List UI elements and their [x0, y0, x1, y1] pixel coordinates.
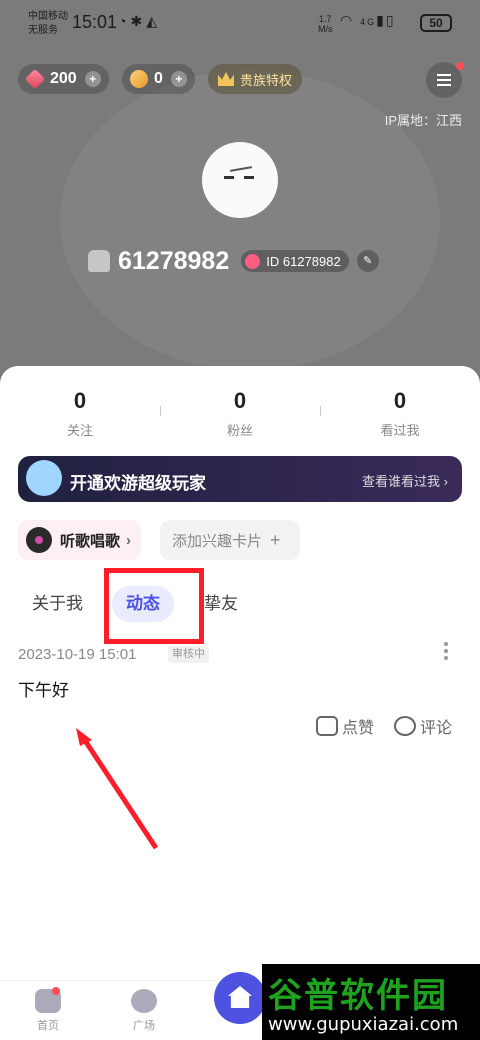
post-text: 下午好: [18, 681, 69, 700]
interest-tag-song[interactable]: 听歌唱歌 ›: [18, 520, 142, 560]
net-speed-unit: M/s: [318, 24, 333, 34]
noble-label: 贵族特权: [240, 72, 293, 88]
diamond-balance[interactable]: 200 +: [18, 64, 109, 94]
bean-icon: [130, 70, 148, 88]
watermark: 谷普软件园 www.gupuxiazai.com: [262, 964, 480, 1040]
stat-visitors[interactable]: 0 看过我: [340, 388, 460, 439]
alarm-icon: ◔: [118, 13, 131, 29]
planet-icon: [131, 989, 157, 1013]
stats-row: 0 关注 0 粉丝 0 看过我: [0, 388, 480, 438]
avatar-eye: [224, 176, 234, 179]
diamond-icon: [24, 68, 46, 90]
mute-icon: ◭: [146, 13, 161, 29]
notification-dot: [52, 987, 60, 995]
divider: [320, 406, 321, 416]
stat-label: 看过我: [380, 423, 420, 438]
vip-banner[interactable]: 开通欢游超级玩家 查看谁看过我 ›: [18, 456, 462, 502]
user-id-badge[interactable]: ID 61278982: [241, 250, 349, 272]
house-icon: [228, 986, 252, 1008]
stat-value: 0: [233, 388, 247, 413]
annotation-highlight-box: [104, 568, 204, 644]
level-helmet-icon: [88, 250, 110, 272]
menu-icon-bar: [437, 79, 451, 81]
status-bar: 中国移动 无服务 15:01 ◔✱◭ 1.7 M/s ◠ 4G▮▯ 50: [0, 0, 480, 46]
stat-fans[interactable]: 0 粉丝: [180, 388, 300, 439]
crown-icon: [218, 72, 234, 86]
diamond-count: 200: [50, 70, 77, 87]
network-speed: 1.7 M/s: [318, 14, 333, 34]
add-interest-card-button[interactable]: 添加兴趣卡片 +: [160, 520, 300, 560]
divider: [160, 406, 161, 416]
thumb-up-icon: [315, 716, 338, 736]
wifi-icon: ◠: [340, 12, 355, 28]
stat-value: 0: [393, 388, 407, 413]
comment-icon: [393, 716, 416, 736]
center-home-button[interactable]: [214, 972, 266, 1024]
nav-label: 广场: [133, 1020, 155, 1032]
carrier-info: 中国移动 无服务: [28, 10, 68, 38]
add-diamond-icon[interactable]: +: [84, 71, 101, 87]
stat-label: 关注: [66, 423, 93, 438]
comment-button[interactable]: 评论: [393, 714, 452, 738]
menu-button[interactable]: [426, 62, 464, 98]
ip-location: IP属地：江西: [384, 113, 462, 128]
more-options-icon[interactable]: [444, 642, 452, 663]
noble-privilege-button[interactable]: 贵族特权: [208, 64, 303, 94]
like-button[interactable]: 点赞: [315, 714, 374, 738]
edit-profile-icon[interactable]: ✎: [356, 250, 379, 272]
chevron-right-icon: ›: [126, 531, 132, 549]
status-time: 15:01: [72, 12, 118, 32]
id-icon: [245, 253, 261, 269]
bean-balance[interactable]: 0 +: [122, 64, 195, 94]
tab-close-friends[interactable]: 挚友: [204, 586, 238, 622]
background-logo: [60, 70, 440, 370]
status-icons-left: ◔✱◭: [118, 13, 161, 30]
carrier-name: 中国移动: [28, 11, 68, 22]
signal-icon: ▮: [376, 12, 386, 28]
avatar-brow: [229, 166, 253, 172]
bluetooth-icon: ✱: [130, 13, 147, 29]
watermark-url: www.gupuxiazai.com: [268, 1014, 459, 1035]
vip-title: 开通欢游超级玩家: [70, 474, 206, 493]
stat-label: 粉丝: [226, 423, 253, 438]
tab-about[interactable]: 关于我: [32, 586, 83, 622]
carrier-status: 无服务: [28, 25, 58, 36]
status-badge: 审核中: [168, 646, 209, 663]
view-visitors-link[interactable]: 查看谁看过我 ›: [362, 471, 448, 490]
nav-label: 首页: [37, 1020, 59, 1032]
user-id: ID 61278982: [266, 253, 341, 269]
net-speed-value: 1.7: [318, 14, 332, 24]
profile-name-row: 61278982 ID 61278982 ✎: [88, 246, 379, 276]
nav-home[interactable]: 首页: [18, 987, 78, 1033]
add-interest-label: 添加兴趣卡片: [172, 532, 263, 550]
interest-tag-label: 听歌唱歌: [60, 532, 121, 550]
menu-icon-bar: [437, 84, 451, 86]
post-date: 2023-10-19 15:01: [18, 646, 137, 663]
plus-icon: +: [270, 529, 281, 550]
menu-icon-bar: [437, 74, 451, 76]
status-icons-right: ◠ 4G▮▯: [340, 12, 396, 29]
music-disc-icon: [26, 527, 52, 553]
like-label: 点赞: [341, 720, 374, 737]
signal-off-icon: ▯: [385, 12, 396, 28]
notification-dot: [456, 62, 464, 70]
battery-indicator: 50: [420, 14, 452, 32]
post-actions: 点赞 评论: [315, 714, 452, 738]
add-bean-icon[interactable]: +: [170, 71, 187, 87]
mascot-icon: [26, 460, 62, 496]
stat-value: 0: [73, 388, 87, 413]
nav-square[interactable]: 广场: [114, 989, 174, 1033]
avatar[interactable]: [202, 142, 278, 218]
stat-following[interactable]: 0 关注: [20, 388, 140, 439]
avatar-eye: [244, 176, 254, 179]
bean-count: 0: [154, 70, 163, 87]
signal-label: 4G: [360, 17, 377, 27]
comment-label: 评论: [419, 720, 452, 737]
profile-card: 0 关注 0 粉丝 0 看过我 开通欢游超级玩家 查看谁看过我 › 听歌唱歌 ›…: [0, 366, 480, 1040]
watermark-title: 谷普软件园: [268, 977, 448, 1015]
nickname: 61278982: [118, 246, 230, 275]
